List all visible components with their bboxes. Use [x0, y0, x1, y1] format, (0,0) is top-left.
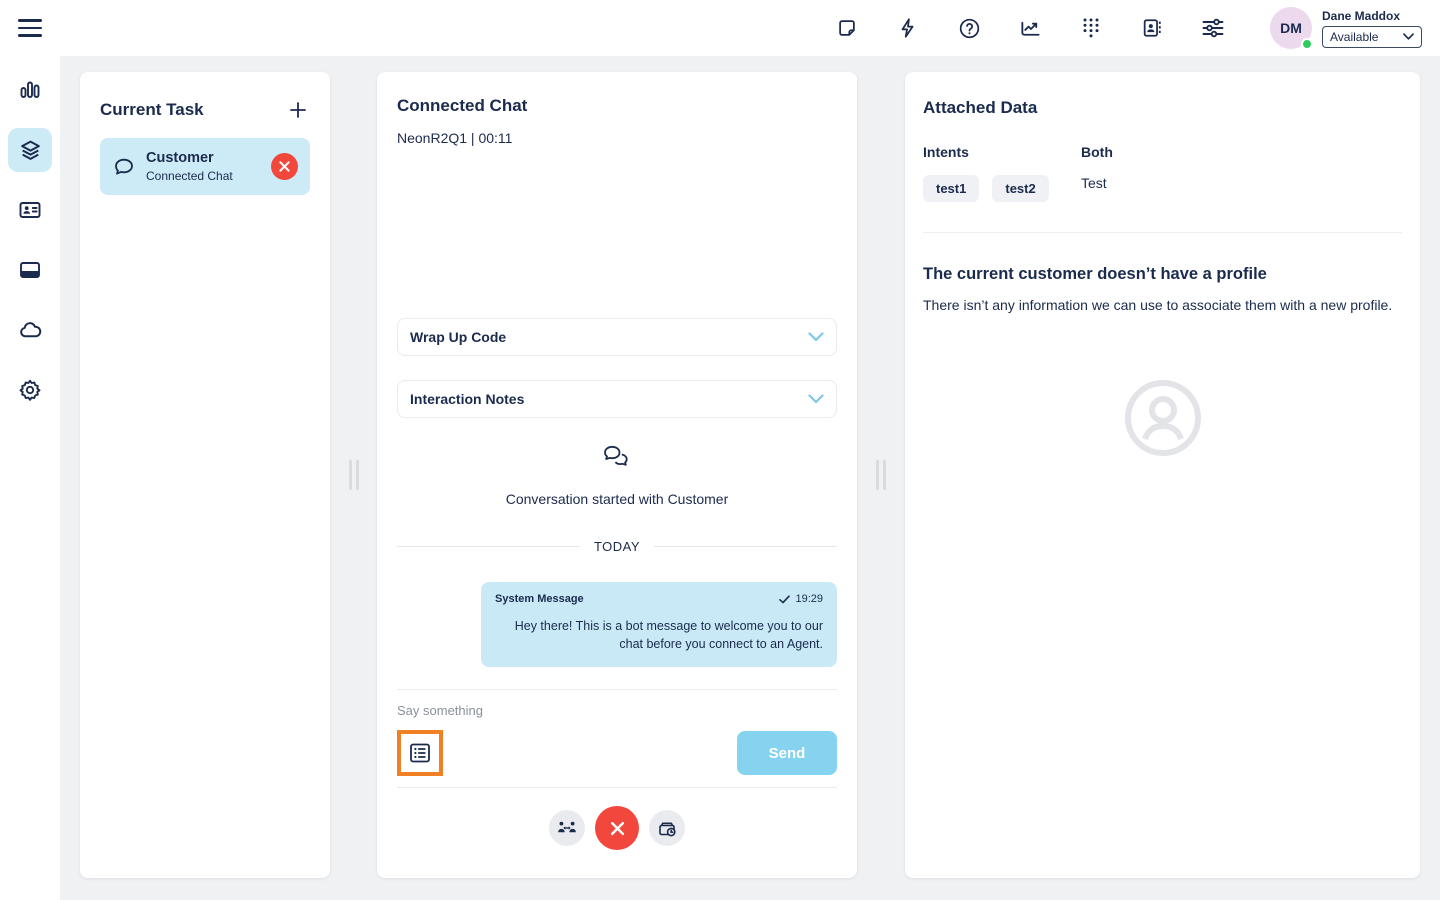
message-sender: System Message: [495, 593, 584, 605]
task-name: Customer: [146, 150, 214, 166]
notes-icon[interactable]: [835, 16, 859, 40]
attached-data-fields: Intents test1 test2 Both Test: [923, 144, 1402, 202]
hamburger-menu-button[interactable]: [0, 19, 60, 37]
input-divider: [397, 689, 837, 691]
nav-interactions-layers-icon[interactable]: [8, 128, 52, 172]
settings-sliders-icon[interactable]: [1201, 16, 1225, 40]
nav-cloud-icon[interactable]: [8, 308, 52, 352]
transfer-people-icon: [558, 821, 576, 833]
resize-handle-left[interactable]: [348, 460, 359, 490]
user-cluster: DM Dane Maddox Available: [1270, 7, 1422, 50]
panel-gap-left: [330, 72, 377, 878]
transfer-button[interactable]: [549, 810, 585, 847]
actions-divider: [397, 787, 837, 789]
attached-data-divider: [923, 232, 1402, 233]
chat-bubble-icon: [115, 158, 133, 174]
no-profile-title: The current customer doesn’t have a prof…: [923, 265, 1267, 283]
connected-chat-panel: Connected Chat NeonR2Q1 | 00:11 Wrap Up …: [377, 72, 857, 878]
chevron-down-icon: [808, 394, 824, 404]
intent-chip: test1: [923, 175, 980, 202]
quick-actions-icon[interactable]: [896, 16, 920, 40]
topbar-actions: DM Dane Maddox Available: [835, 7, 1440, 50]
task-card-customer[interactable]: Customer Connected Chat: [100, 138, 310, 195]
current-task-panel: Current Task Customer Connected Chat: [80, 72, 330, 878]
nav-browser-window-icon[interactable]: [8, 248, 52, 292]
system-message-bubble: System Message 19:29 Hey there! This is …: [481, 582, 837, 668]
both-value: Test: [1081, 175, 1107, 191]
status-available-dot: [1301, 38, 1313, 50]
list-form-icon: [410, 743, 430, 763]
add-task-button[interactable]: [286, 98, 310, 122]
left-nav-rail: [0, 56, 60, 900]
interaction-actions: [397, 806, 837, 868]
end-interaction-button[interactable]: [595, 806, 639, 851]
both-label: Both: [1081, 144, 1113, 160]
conversation-start-block: Conversation started with Customer: [397, 444, 837, 507]
profile-placeholder-icon: [1124, 380, 1201, 456]
panel-gap-right: [857, 72, 905, 878]
nav-bar-chart-icon[interactable]: [8, 68, 52, 112]
send-button[interactable]: Send: [737, 731, 837, 776]
top-bar: DM Dane Maddox Available: [0, 0, 1440, 56]
chat-bubbles-icon: [604, 445, 628, 466]
chevron-down-icon: [808, 332, 824, 342]
avatar-initials: DM: [1280, 20, 1302, 36]
user-name: Dane Maddox: [1322, 8, 1401, 23]
dialpad-icon[interactable]: [1079, 16, 1103, 40]
status-dropdown[interactable]: Available: [1322, 25, 1422, 48]
day-divider: TODAY: [397, 539, 837, 554]
avatar[interactable]: DM: [1270, 7, 1313, 50]
directory-icon[interactable]: [1140, 16, 1164, 40]
no-profile-text: There isn’t any information we can use t…: [923, 297, 1393, 313]
message-text: Hey there! This is a bot message to welc…: [514, 619, 823, 652]
current-task-title: Current Task: [100, 100, 204, 119]
park-timer-icon: [658, 822, 676, 837]
intent-chip: test2: [992, 175, 1049, 202]
attached-data-title: Attached Data: [923, 98, 1038, 117]
help-icon[interactable]: [957, 16, 981, 40]
nav-gear-icon[interactable]: [8, 368, 52, 412]
quick-replies-button[interactable]: [397, 730, 443, 777]
chat-title: Connected Chat: [397, 96, 528, 115]
chat-subtitle: NeonR2Q1 | 00:11: [397, 130, 513, 146]
wrap-up-code-collapse[interactable]: Wrap Up Code: [397, 318, 837, 356]
end-task-button[interactable]: [271, 153, 298, 180]
chat-message-input[interactable]: [397, 703, 837, 719]
intents-label: Intents: [923, 144, 969, 160]
day-divider-label: TODAY: [593, 539, 641, 554]
wrap-up-code-label: Wrap Up Code: [410, 329, 507, 345]
nav-contact-card-icon[interactable]: [8, 188, 52, 232]
attached-data-panel: Attached Data Intents test1 test2 Both T…: [905, 72, 1420, 878]
chevron-down-icon: [1403, 33, 1414, 40]
compose-row: Send: [397, 730, 837, 777]
hamburger-icon: [18, 19, 42, 37]
plus-icon: [290, 102, 306, 118]
task-type: Connected Chat: [146, 169, 233, 183]
resize-handle-right[interactable]: [876, 460, 886, 490]
close-icon: [279, 161, 290, 172]
close-icon: [610, 821, 624, 835]
workspace: Current Task Customer Connected Chat Con…: [60, 56, 1440, 900]
performance-icon[interactable]: [1018, 16, 1042, 40]
interaction-notes-collapse[interactable]: Interaction Notes: [397, 380, 837, 418]
delivered-check-icon: [779, 594, 791, 603]
conversation-start-text: Conversation started with Customer: [505, 491, 729, 507]
status-dropdown-value: Available: [1330, 29, 1379, 44]
park-interaction-button[interactable]: [649, 810, 685, 847]
ghost-avatar: [923, 378, 1402, 458]
message-time: 19:29: [779, 593, 823, 605]
interaction-notes-label: Interaction Notes: [410, 391, 525, 407]
